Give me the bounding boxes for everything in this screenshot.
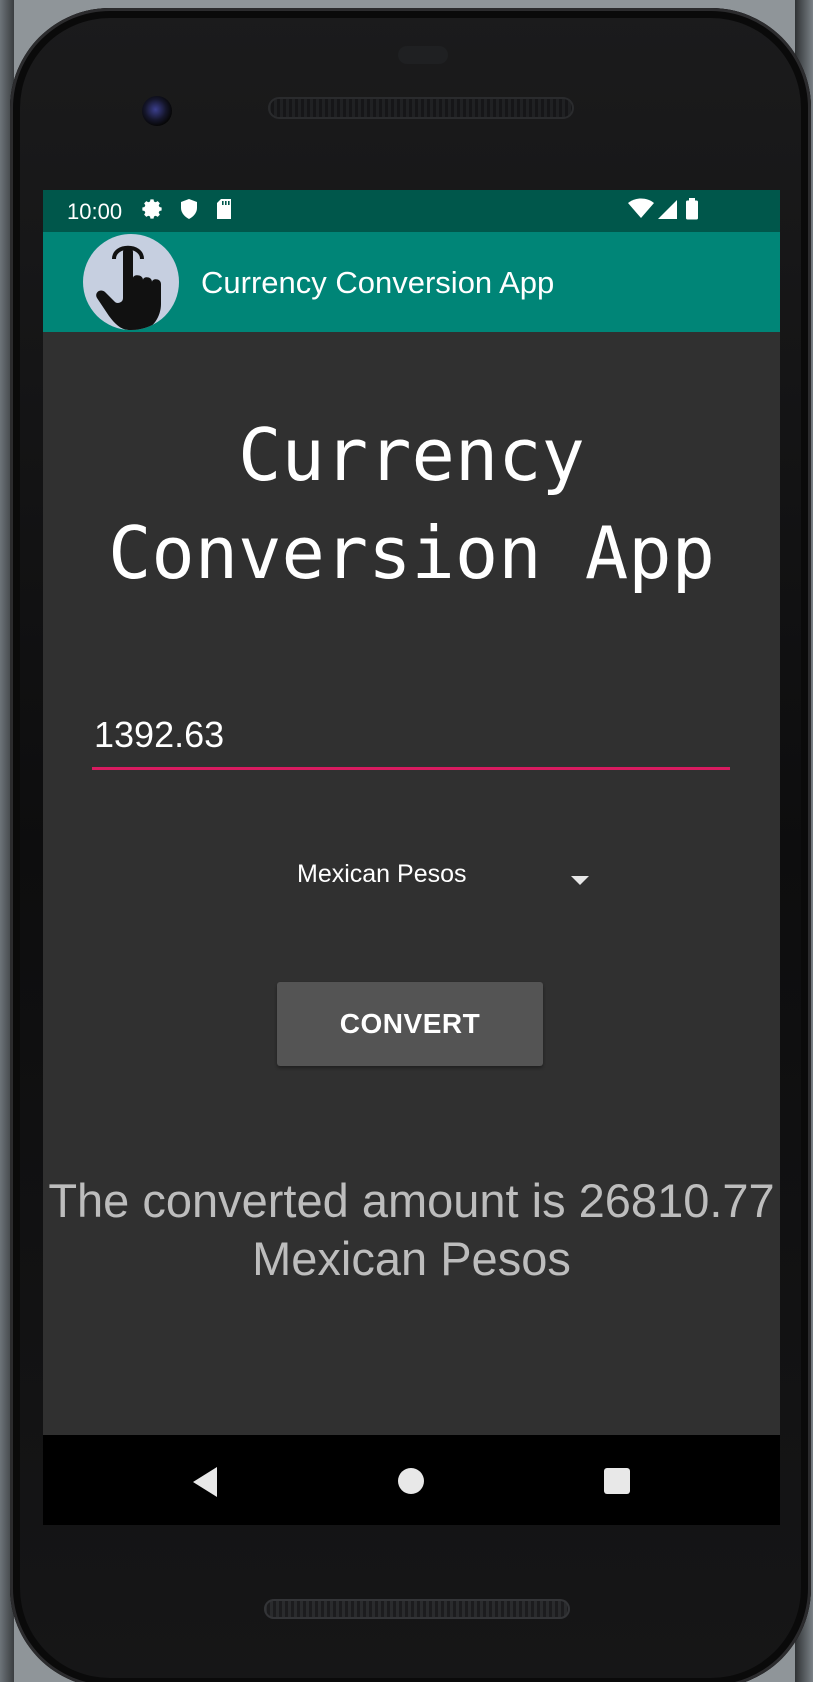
settings-icon (141, 198, 163, 224)
currency-select-value: Mexican Pesos (297, 860, 467, 888)
app-bar-title: Currency Conversion App (201, 265, 555, 300)
recents-icon[interactable] (604, 1468, 630, 1494)
signal-icon (656, 198, 678, 224)
convert-button[interactable]: CONVERT (277, 982, 543, 1066)
earpiece (398, 46, 448, 64)
conversion-result-text: The converted amount is 26810.77 Mexican… (48, 1174, 775, 1285)
status-time: 10:00 (67, 199, 123, 224)
front-camera (142, 96, 172, 126)
shield-icon (179, 198, 199, 224)
battery-icon (685, 198, 699, 224)
amount-input-underline (92, 767, 730, 770)
app-screen: 10:00 Currency Conversion App Currency C… (43, 190, 780, 1435)
top-speaker-grille (268, 97, 574, 119)
dropdown-arrow-icon (571, 876, 589, 885)
page-title: Currency Conversion App (108, 413, 715, 595)
status-bar: 10:00 (43, 190, 780, 232)
home-icon[interactable] (398, 1468, 424, 1494)
navigation-bar (43, 1435, 780, 1525)
app-bar: Currency Conversion App (43, 232, 780, 332)
back-icon[interactable] (193, 1467, 217, 1497)
wifi-icon (628, 198, 654, 224)
sd-card-icon (215, 198, 233, 224)
hand-pointer-icon (83, 234, 179, 330)
screenshot-stage: 10:00 Currency Conversion App Currency C… (0, 0, 813, 1682)
currency-select[interactable]: Mexican Pesos (223, 850, 603, 906)
bottom-speaker-grille (264, 1599, 570, 1619)
amount-input[interactable] (92, 710, 732, 760)
